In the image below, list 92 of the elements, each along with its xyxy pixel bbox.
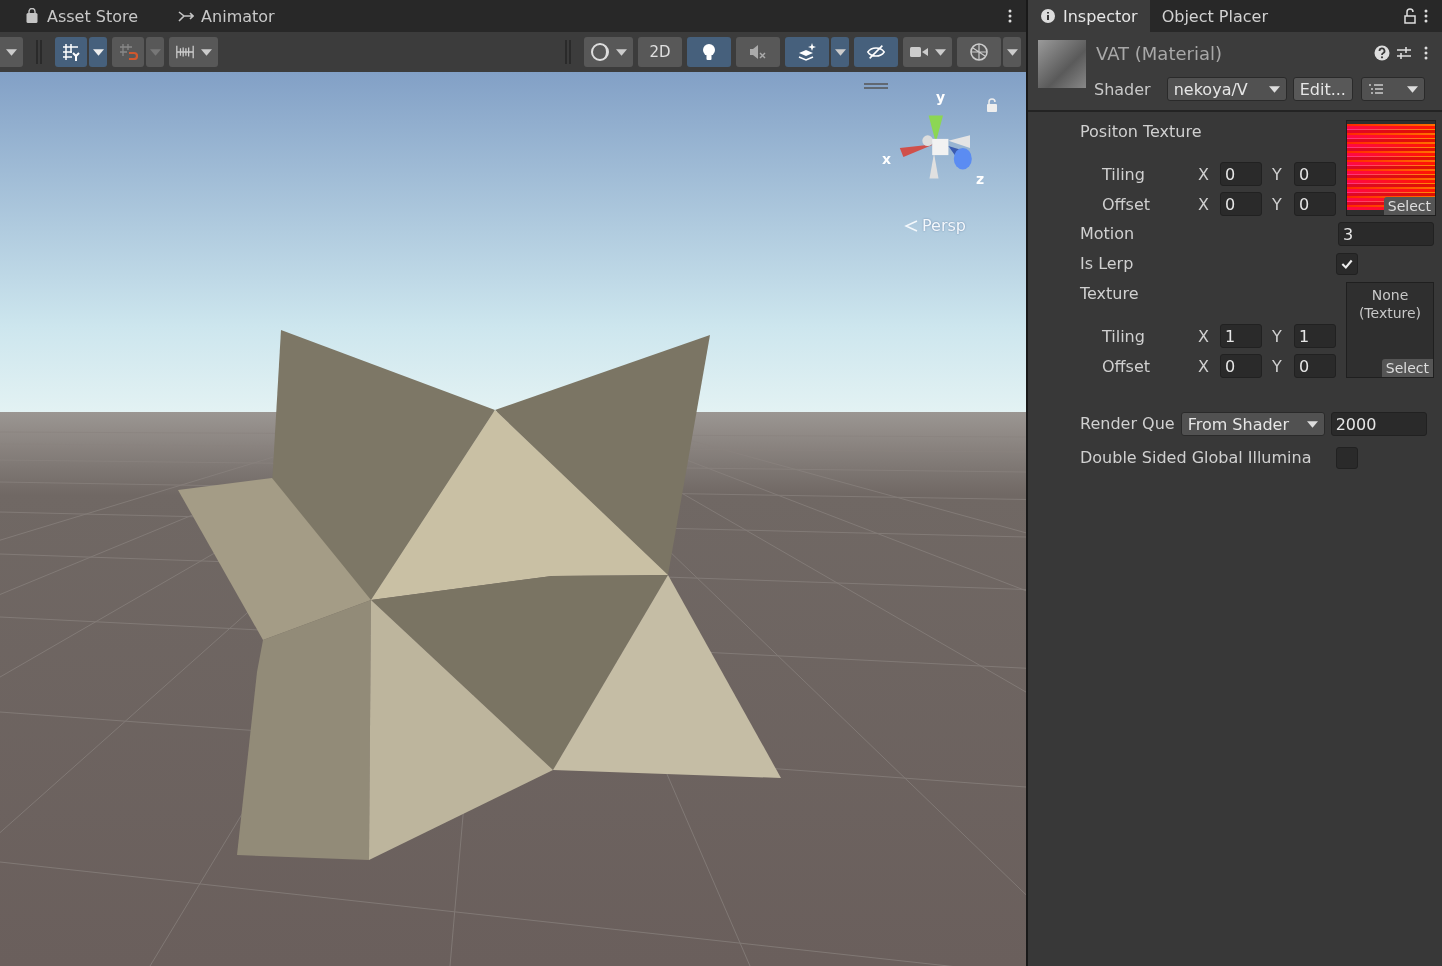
edit-shader-button[interactable]: Edit... xyxy=(1292,77,1353,101)
grid-icon xyxy=(61,42,81,62)
info-icon xyxy=(1040,8,1056,24)
gizmos-toggle[interactable] xyxy=(957,37,1001,67)
axis-label: Y xyxy=(1272,326,1283,346)
caret-icon xyxy=(6,48,17,56)
number-field[interactable]: 0 xyxy=(1294,192,1336,216)
property-label: Double Sided Global Illumina xyxy=(1080,447,1312,469)
inspector-tab[interactable]: Object Placer xyxy=(1149,0,1280,32)
property-label: Is Lerp xyxy=(1080,253,1134,275)
branch-arrow-icon xyxy=(178,8,195,24)
dropdown-button[interactable] xyxy=(89,37,107,67)
caret-icon xyxy=(935,48,946,56)
scene-tab[interactable]: Animator xyxy=(178,6,275,26)
vector-label: Offset xyxy=(1102,356,1152,376)
caret-icon xyxy=(834,48,846,56)
caret-icon xyxy=(201,48,212,56)
help-icon[interactable] xyxy=(1374,45,1390,61)
property-label: Render Que xyxy=(1080,413,1175,435)
property-label: Motion xyxy=(1080,223,1135,245)
gizmo-sphere-icon xyxy=(969,42,989,62)
axis-label: X xyxy=(1198,194,1210,214)
tool-dropdown[interactable] xyxy=(0,37,23,67)
vector-label: Tiling xyxy=(1102,326,1146,346)
number-field[interactable]: 0 xyxy=(1220,192,1262,216)
axis-label: Y xyxy=(1272,356,1283,376)
chevron-left-icon xyxy=(904,219,918,232)
dropdown-button[interactable] xyxy=(831,37,849,67)
visibility-toggle[interactable] xyxy=(854,37,898,67)
layers-sparkle-icon xyxy=(797,42,817,62)
number-field[interactable]: 1 xyxy=(1294,324,1336,348)
y-axis-label: y xyxy=(936,90,946,104)
list-icon xyxy=(1367,81,1384,97)
caret-icon xyxy=(1006,48,1018,56)
empty-texture-text: None (Texture) xyxy=(1357,286,1423,322)
x-axis-label: x xyxy=(882,152,892,166)
number-field[interactable]: 0 xyxy=(1220,162,1262,186)
caret-icon xyxy=(149,48,161,56)
lighting-toggle[interactable] xyxy=(687,37,731,67)
grid-magnet-icon xyxy=(118,42,138,62)
axis-label: Y xyxy=(1272,194,1283,214)
check-mark-icon xyxy=(1340,257,1354,271)
more-options-icon[interactable] xyxy=(1424,8,1428,24)
sphere-icon xyxy=(590,42,610,62)
caret-icon xyxy=(92,48,104,56)
render-queue-dropdown[interactable]: From Shader xyxy=(1180,412,1325,436)
number-field[interactable]: 0 xyxy=(1294,162,1336,186)
shader-dropdown[interactable]: nekoya/V xyxy=(1166,77,1287,101)
mode-2d-toggle[interactable]: 2D xyxy=(638,37,682,67)
more-options-icon[interactable] xyxy=(1424,45,1428,61)
shader-label: Shader xyxy=(1094,79,1151,99)
select-texture-button[interactable]: Select xyxy=(1383,197,1435,215)
number-field[interactable]: 2000 xyxy=(1330,412,1427,436)
property-label: Positon Texture xyxy=(1080,121,1203,143)
texture-slot[interactable]: None (Texture) Select xyxy=(1346,282,1434,378)
scene-tab[interactable]: Asset Store xyxy=(24,6,139,26)
hidden-eye-icon xyxy=(866,42,886,62)
number-field[interactable]: 0 xyxy=(1220,354,1262,378)
texture-slot[interactable]: Select xyxy=(1346,120,1436,216)
caret-icon xyxy=(1268,85,1280,93)
padlock-icon[interactable] xyxy=(1402,8,1418,24)
camera-dropdown[interactable] xyxy=(903,37,952,67)
select-texture-button[interactable]: Select xyxy=(1381,359,1433,377)
snap-increment-toggle[interactable] xyxy=(112,37,144,67)
audio-toggle[interactable] xyxy=(736,37,780,67)
axis-label: X xyxy=(1198,164,1210,184)
number-field[interactable]: 1 xyxy=(1220,324,1262,348)
checkbox[interactable] xyxy=(1336,253,1358,275)
dropdown-button[interactable] xyxy=(1003,37,1021,67)
ruler-toggle[interactable] xyxy=(169,37,218,67)
shading-mode-dropdown[interactable] xyxy=(584,37,633,67)
material-preview-thumbnail xyxy=(1038,40,1086,88)
sliders-icon[interactable] xyxy=(1396,45,1412,61)
muted-speaker-icon xyxy=(748,42,768,62)
caret-icon xyxy=(1306,420,1318,428)
number-field[interactable]: 3 xyxy=(1338,222,1434,246)
effects-toggle[interactable] xyxy=(785,37,829,67)
axis-label: Y xyxy=(1272,164,1283,184)
inspector-tab[interactable]: Inspector xyxy=(1028,0,1150,32)
z-axis-label: z xyxy=(976,172,985,186)
material-title: VAT (Material) xyxy=(1096,42,1222,64)
axis-label: X xyxy=(1198,326,1210,346)
grid-snap-toggle[interactable] xyxy=(55,37,87,67)
more-options-icon[interactable] xyxy=(1008,8,1012,24)
vector-label: Offset xyxy=(1102,194,1152,214)
caret-icon xyxy=(616,48,627,56)
number-field[interactable]: 0 xyxy=(1294,354,1336,378)
property-label: Texture xyxy=(1080,283,1140,305)
vector-label: Tiling xyxy=(1102,164,1146,184)
axis-label: X xyxy=(1198,356,1210,376)
list-options-dropdown[interactable] xyxy=(1360,77,1425,101)
caret-icon xyxy=(1406,85,1418,93)
